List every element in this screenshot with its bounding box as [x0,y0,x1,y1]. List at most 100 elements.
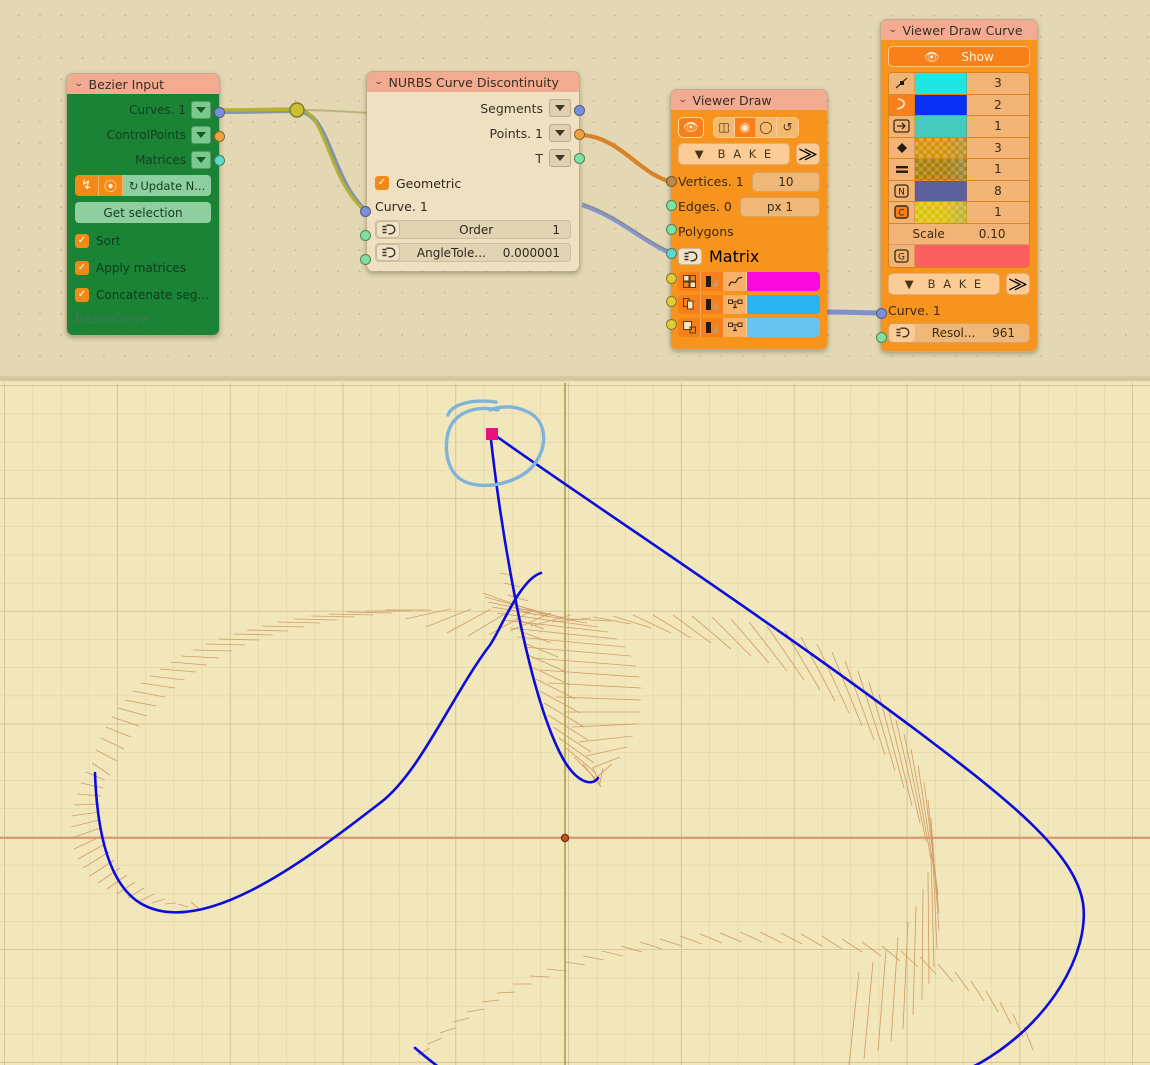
scale-row[interactable]: Scale 0.10 [889,223,1029,245]
socket-t-out[interactable] [574,153,585,164]
vertex-color-swatch[interactable] [747,272,820,291]
display-mode-toggle-group[interactable]: ◫ ◉ ◯ ↺ [713,116,799,138]
row-polygons[interactable]: Polygons [678,221,820,242]
output-row-curves[interactable]: Curves. 1 [75,100,211,120]
box-icon[interactable]: ◫ [714,117,735,137]
socket-polygons-in[interactable] [666,224,677,235]
node-header-bezier-input[interactable]: ⌄ Bezier Input [67,74,219,94]
output-row-t[interactable]: T [375,148,571,168]
knot-value[interactable]: 3 [967,137,1029,158]
point-icon[interactable] [889,73,915,94]
socket-points-out[interactable] [574,129,585,140]
plug-icon[interactable] [376,244,400,261]
equals-icon[interactable] [889,159,915,180]
checkbox-sort[interactable]: ✓ Sort [75,231,211,250]
pane-separator[interactable] [0,376,1150,383]
curvature-color-swatch[interactable] [915,202,967,223]
color-picker-icon[interactable] [701,295,724,314]
controlpoints-dropdown[interactable] [191,126,211,144]
t-dropdown[interactable] [549,149,571,167]
node-nurbs-curve-discontinuity[interactable]: ⌄ NURBS Curve Discontinuity Segments Poi… [366,71,580,272]
curve-width-value[interactable]: 2 [967,94,1029,115]
g-box-icon[interactable]: G [889,245,915,267]
resolution-value[interactable]: 961 [992,326,1029,340]
chevron-down-icon[interactable]: ⌄ [888,25,898,35]
point-color-swatch[interactable] [915,73,967,94]
socket-matrices-out[interactable] [214,155,225,166]
socket-curve-in[interactable] [360,206,371,217]
control-polygon-value[interactable]: 1 [967,159,1029,180]
control-polygon-color-swatch[interactable] [915,159,967,180]
edges-width-field[interactable]: px 1 [739,196,820,217]
table-row[interactable]: N 8 [889,180,1029,202]
output-row-controlpoints[interactable]: ControlPoints [75,125,211,145]
chevron-down-icon[interactable]: ⌄ [374,77,384,87]
direction-color-swatch[interactable] [915,116,967,137]
socket-matrix-in[interactable] [666,248,677,259]
direction-value[interactable]: 1 [967,116,1029,137]
get-selection-button[interactable]: Get selection [75,202,211,223]
node-viewer-draw-curve[interactable]: ⌄ Viewer Draw Curve 👁 Show 3 2 1 3 1 N 8… [880,19,1038,352]
c-box-icon[interactable]: C [889,202,915,223]
socket-vertex-color-in[interactable] [666,273,677,284]
normals-color-swatch[interactable] [915,180,967,201]
face-color-row[interactable] [678,318,820,337]
row-edges[interactable]: Edges. 0 px 1 [678,196,820,217]
vertex-color-row[interactable] [678,272,820,291]
socket-angletolerance-in[interactable] [360,254,371,265]
point-size-value[interactable]: 3 [967,73,1029,94]
socket-controlpoints-out[interactable] [214,131,225,142]
show-button[interactable]: 👁 Show [888,46,1030,67]
node-bezier-input[interactable]: ⌄ Bezier Input Curves. 1 ControlPoints M… [66,73,220,336]
node-viewer-draw[interactable]: ⌄ Viewer Draw 👁 ◫ ◉ ◯ ↺ ▼ B A K E ⨠ Vert… [670,89,828,350]
g-row[interactable]: G [889,245,1029,267]
property-order[interactable]: Order 1 [375,220,571,239]
curve-icon[interactable]: ↯ [75,175,99,196]
edge-color-row[interactable] [678,295,820,314]
scale-value[interactable]: 0.10 [979,227,1006,241]
update-button-row[interactable]: ↯ ⦿ ↻ Update N... [75,175,211,196]
property-value-angle-tolerance[interactable]: 0.000001 [503,246,570,260]
output-row-matrices[interactable]: Matrices [75,150,211,170]
socket-face-color-in[interactable] [666,319,677,330]
node-header-viewer-draw[interactable]: ⌄ Viewer Draw [671,90,827,110]
g-color-swatch[interactable] [915,245,1029,267]
eye-icon[interactable]: 👁 [678,116,704,138]
socket-edge-color-in[interactable] [666,296,677,307]
checkbox-concatenate[interactable]: ✓ Concatenate seg... [75,285,211,304]
diamond-icon[interactable] [889,137,915,158]
circle-icon[interactable]: ◯ [756,117,777,137]
knot-color-swatch[interactable] [915,137,967,158]
curves-dropdown[interactable] [191,101,211,119]
random-curve-icon[interactable] [724,272,747,291]
bake-button[interactable]: ▼ B A K E [678,143,790,165]
chevron-down-icon[interactable]: ⌄ [678,95,688,105]
bake-options-icon[interactable]: ⨠ [796,143,820,165]
curve-arc-icon[interactable] [889,94,915,115]
row-vertices[interactable]: Vertices. 1 10 [678,171,820,192]
table-row[interactable]: C 1 [889,202,1029,224]
table-row[interactable]: 1 [889,116,1029,138]
update-node-button[interactable]: ↻ Update N... [123,175,211,196]
checkbox-apply-matrices[interactable]: ✓ Apply matrices [75,258,211,277]
face-link-icon[interactable] [724,318,747,337]
socket-order-in[interactable] [360,230,371,241]
segments-dropdown[interactable] [549,99,571,117]
color-picker-icon[interactable] [701,272,724,291]
bake-button[interactable]: ▼ B A K E [888,272,1000,295]
property-value-order[interactable]: 1 [552,223,570,237]
plug-icon[interactable] [889,323,915,342]
table-row[interactable]: 3 [889,137,1029,159]
arrow-box-icon[interactable] [889,116,915,137]
checkbox-geometric[interactable]: ✓ Geometric [375,173,571,193]
row-matrix[interactable]: Matrix [678,246,820,267]
edge-link-icon[interactable] [724,295,747,314]
vertex-swatch-icon[interactable] [678,272,701,291]
node-header-viewer-draw-curve[interactable]: ⌄ Viewer Draw Curve [881,20,1037,40]
socket-resolution-in[interactable] [876,332,887,343]
socket-curve-in-vdc[interactable] [876,308,887,319]
table-row[interactable]: 3 [889,73,1029,95]
table-row[interactable]: 1 [889,159,1029,181]
points-dropdown[interactable] [549,124,571,142]
edge-swatch-icon[interactable] [678,295,701,314]
